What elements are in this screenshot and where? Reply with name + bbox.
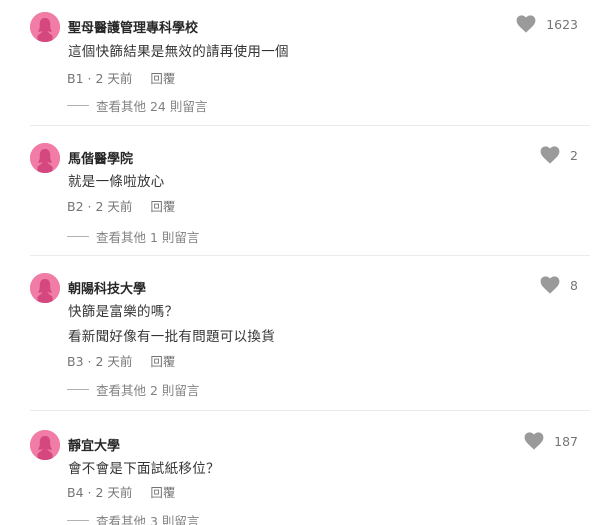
view-more-replies-label: 查看其他 3 則留言 [96, 514, 200, 525]
view-more-replies-label: 查看其他 1 則留言 [96, 230, 200, 245]
divider-dash [67, 105, 89, 106]
view-more-replies-link[interactable]: 查看其他 24 則留言 [67, 96, 207, 115]
like-count: 8 [570, 277, 578, 293]
heart-icon [540, 276, 560, 294]
like-button[interactable]: 187 [524, 432, 578, 450]
comment-text: 這個快篩結果是無效的請再使用一個 [68, 44, 289, 60]
view-more-replies-link[interactable]: 查看其他 1 則留言 [67, 227, 199, 246]
meta-separator: · [87, 354, 92, 369]
female-avatar-icon[interactable] [30, 143, 60, 173]
reply-button[interactable]: 回覆 [150, 71, 175, 86]
divider-dash [67, 236, 89, 237]
heart-icon [540, 146, 560, 164]
post-time: 2 天前 [95, 354, 133, 369]
meta-separator: · [87, 71, 92, 86]
comment-text: 快篩是富樂的嗎？ [68, 304, 179, 320]
floor-number: B2 [67, 199, 84, 214]
comment-text: 會不會是下面試紙移位？ [68, 461, 220, 477]
heart-icon [516, 15, 536, 33]
like-button[interactable]: 8 [540, 276, 578, 294]
view-more-replies-label: 查看其他 2 則留言 [96, 383, 200, 398]
comment-meta: B1 · 2 天前 回覆 [67, 68, 175, 87]
comment-author[interactable]: 靜宜大學 [68, 435, 120, 454]
like-button[interactable]: 2 [540, 146, 578, 164]
comment-text: 看新聞好像有一批有問題可以換貨 [68, 329, 275, 345]
post-time: 2 天前 [95, 485, 133, 500]
floor-number: B3 [67, 354, 84, 369]
like-count: 1623 [546, 16, 578, 32]
view-more-replies-link[interactable]: 查看其他 2 則留言 [67, 380, 199, 399]
divider-dash [67, 520, 89, 521]
reply-button[interactable]: 回覆 [150, 199, 175, 214]
heart-icon [524, 432, 544, 450]
comment-divider [30, 255, 590, 256]
female-avatar-icon[interactable] [30, 12, 60, 42]
meta-separator: · [87, 485, 92, 500]
comment-text: 就是一條啦放心 [68, 174, 165, 190]
comment-meta: B2 · 2 天前 回覆 [67, 196, 175, 215]
comment-thread: 聖母醫護管理專科學校 這個快篩結果是無效的請再使用一個 B1 · 2 天前 回覆… [0, 0, 616, 525]
comment-author[interactable]: 馬偕醫學院 [68, 148, 133, 167]
like-count: 2 [570, 147, 578, 163]
meta-separator: · [87, 199, 92, 214]
like-count: 187 [554, 433, 578, 449]
view-more-replies-link[interactable]: 查看其他 3 則留言 [67, 511, 199, 525]
comment-meta: B3 · 2 天前 回覆 [67, 351, 175, 370]
post-time: 2 天前 [95, 199, 133, 214]
comment-author[interactable]: 聖母醫護管理專科學校 [68, 17, 198, 36]
comment-author[interactable]: 朝陽科技大學 [68, 278, 146, 297]
reply-button[interactable]: 回覆 [150, 354, 175, 369]
floor-number: B4 [67, 485, 84, 500]
like-button[interactable]: 1623 [516, 15, 578, 33]
comment-meta: B4 · 2 天前 回覆 [67, 482, 175, 501]
reply-button[interactable]: 回覆 [150, 485, 175, 500]
divider-dash [67, 389, 89, 390]
female-avatar-icon[interactable] [30, 273, 60, 303]
female-avatar-icon[interactable] [30, 430, 60, 460]
post-time: 2 天前 [95, 71, 133, 86]
comment-divider [30, 125, 590, 126]
floor-number: B1 [67, 71, 84, 86]
comment-divider [30, 410, 590, 411]
view-more-replies-label: 查看其他 24 則留言 [96, 99, 208, 114]
